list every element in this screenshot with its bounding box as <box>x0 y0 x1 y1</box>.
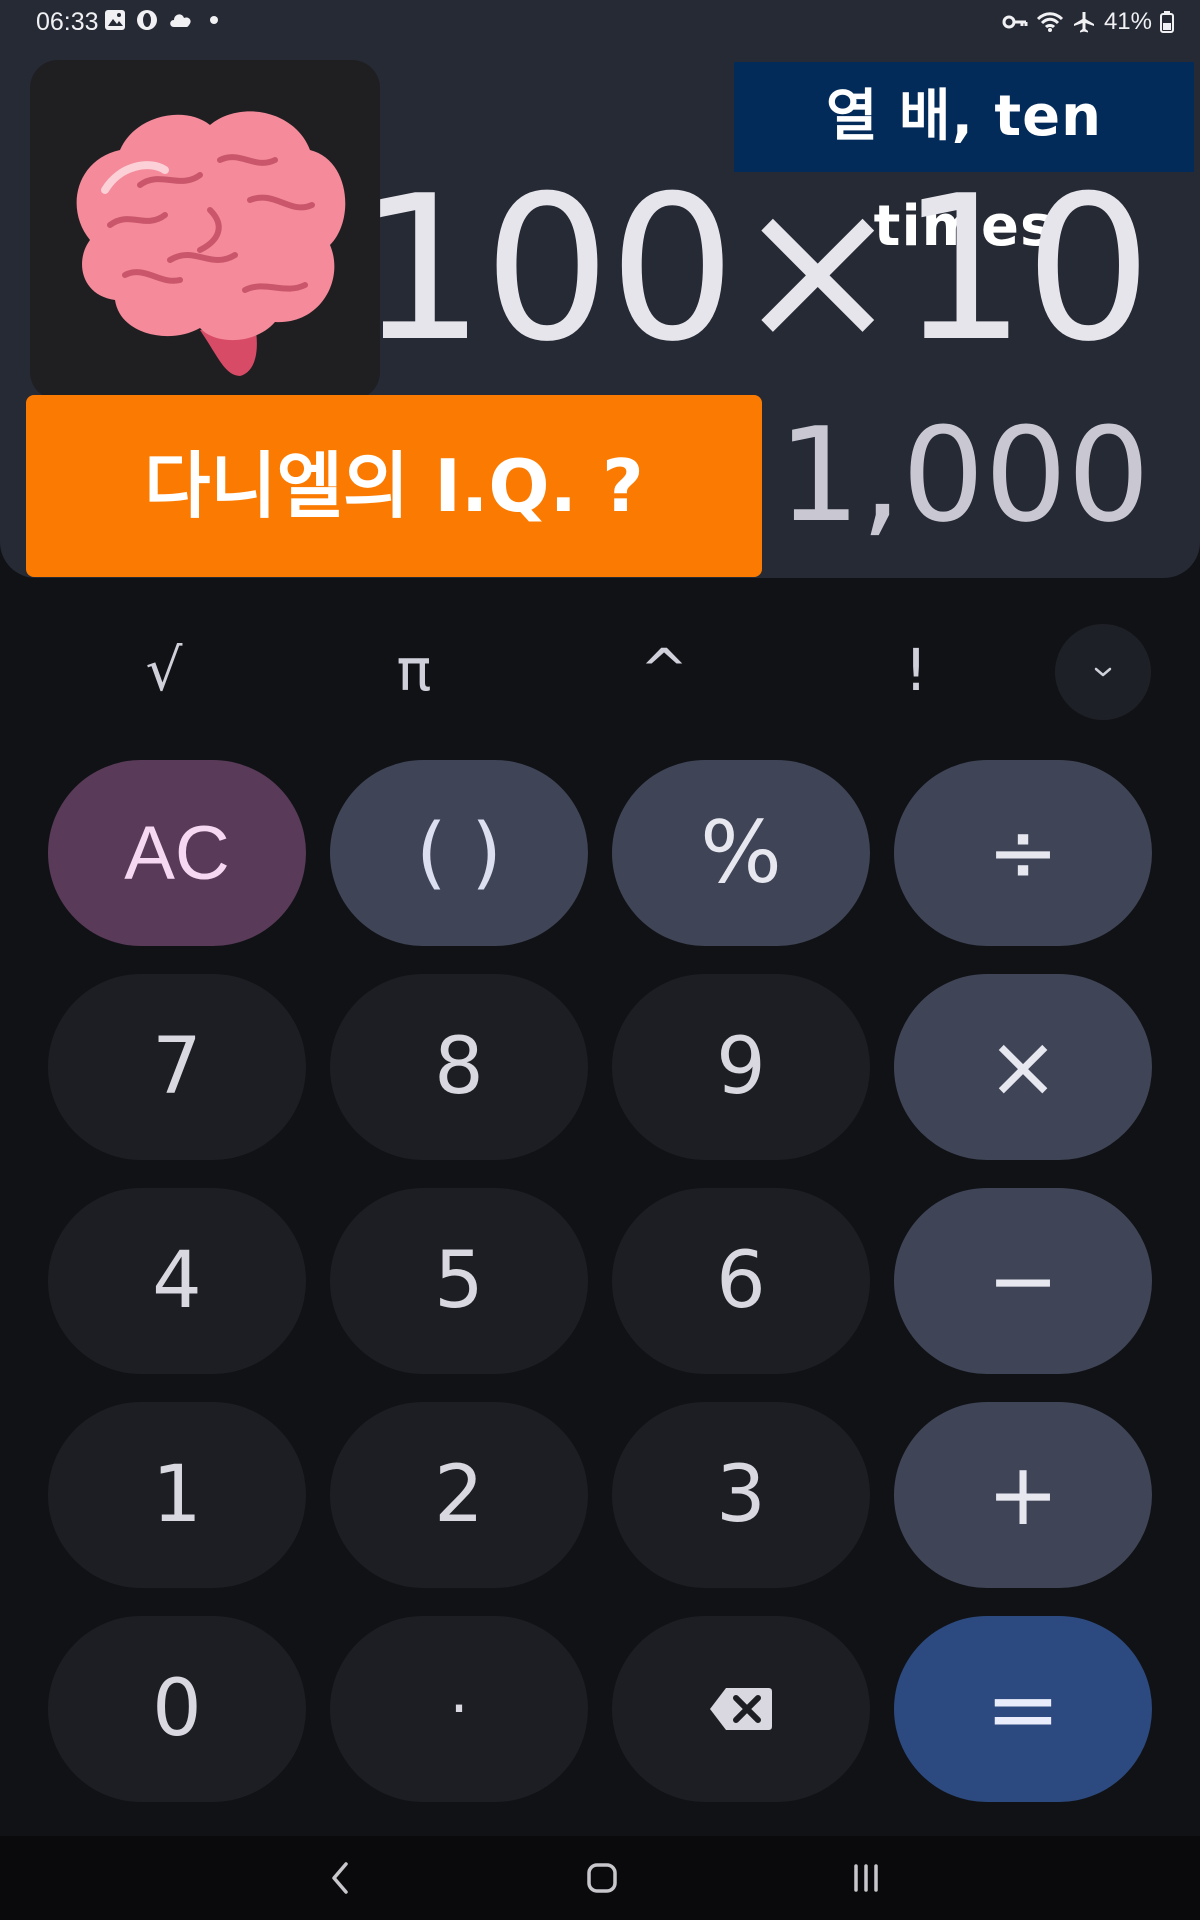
result-display: 1,000 <box>777 399 1150 551</box>
recents-icon <box>854 1864 878 1892</box>
two-button[interactable]: 2 <box>330 1402 588 1588</box>
power-key[interactable]: ^ <box>584 640 744 700</box>
backspace-button[interactable] <box>612 1616 870 1802</box>
brain-emoji-icon <box>76 111 346 376</box>
nine-button[interactable]: 9 <box>612 974 870 1160</box>
brain-sticker <box>30 60 380 400</box>
scientific-row: √ π ^ ! <box>0 620 1200 720</box>
back-button[interactable] <box>310 1856 370 1900</box>
opera-icon <box>137 10 157 30</box>
equals-button[interactable]: = <box>894 1616 1152 1802</box>
recents-button[interactable] <box>836 1856 896 1900</box>
pi-key[interactable]: π <box>334 640 494 700</box>
battery-icon <box>1160 11 1174 33</box>
plus-button[interactable]: + <box>894 1402 1152 1588</box>
status-time: 06:33 <box>36 8 99 36</box>
keypad: AC ( ) % ÷ 7 8 9 × 4 5 6 − 1 2 3 + 0 · = <box>48 760 1152 1802</box>
one-button[interactable]: 1 <box>48 1402 306 1588</box>
minus-button[interactable]: − <box>894 1188 1152 1374</box>
back-icon <box>332 1862 348 1894</box>
notification-dot-icon <box>210 16 218 24</box>
home-icon <box>587 1863 617 1893</box>
multiply-button[interactable]: × <box>894 974 1152 1160</box>
expression-display[interactable]: 100×10 <box>358 160 1152 380</box>
all-clear-button[interactable]: AC <box>48 760 306 946</box>
percent-button[interactable]: % <box>612 760 870 946</box>
six-button[interactable]: 6 <box>612 1188 870 1374</box>
zero-button[interactable]: 0 <box>48 1616 306 1802</box>
cloud-icon <box>170 14 191 27</box>
caption-korean: 다니엘의 I.Q. ? <box>26 395 762 577</box>
three-button[interactable]: 3 <box>612 1402 870 1588</box>
seven-button[interactable]: 7 <box>48 974 306 1160</box>
gallery-icon <box>105 10 125 30</box>
wifi-icon <box>1036 12 1064 32</box>
four-button[interactable]: 4 <box>48 1188 306 1374</box>
backspace-icon <box>710 1688 772 1730</box>
home-button[interactable] <box>572 1856 632 1900</box>
divide-button[interactable]: ÷ <box>894 760 1152 946</box>
chevron-down-icon <box>1094 667 1112 677</box>
factorial-key[interactable]: ! <box>836 640 996 700</box>
eight-button[interactable]: 8 <box>330 974 588 1160</box>
parentheses-button[interactable]: ( ) <box>330 760 588 946</box>
status-icons-left <box>104 9 224 31</box>
navigation-bar <box>0 1836 1200 1920</box>
calculator-display: 열 배, ten times 100×10 1,000 다니엘의 I.Q. ? <box>0 0 1200 578</box>
key-icon <box>1002 15 1028 29</box>
expand-button[interactable] <box>1055 624 1151 720</box>
status-icons-right: 41% <box>1002 6 1174 38</box>
five-button[interactable]: 5 <box>330 1188 588 1374</box>
battery-percent: 41% <box>1103 8 1152 35</box>
sqrt-key[interactable]: √ <box>84 640 244 700</box>
status-bar: 06:33 41% <box>0 0 1200 44</box>
decimal-button[interactable]: · <box>330 1616 588 1802</box>
airplane-icon <box>1073 12 1094 33</box>
